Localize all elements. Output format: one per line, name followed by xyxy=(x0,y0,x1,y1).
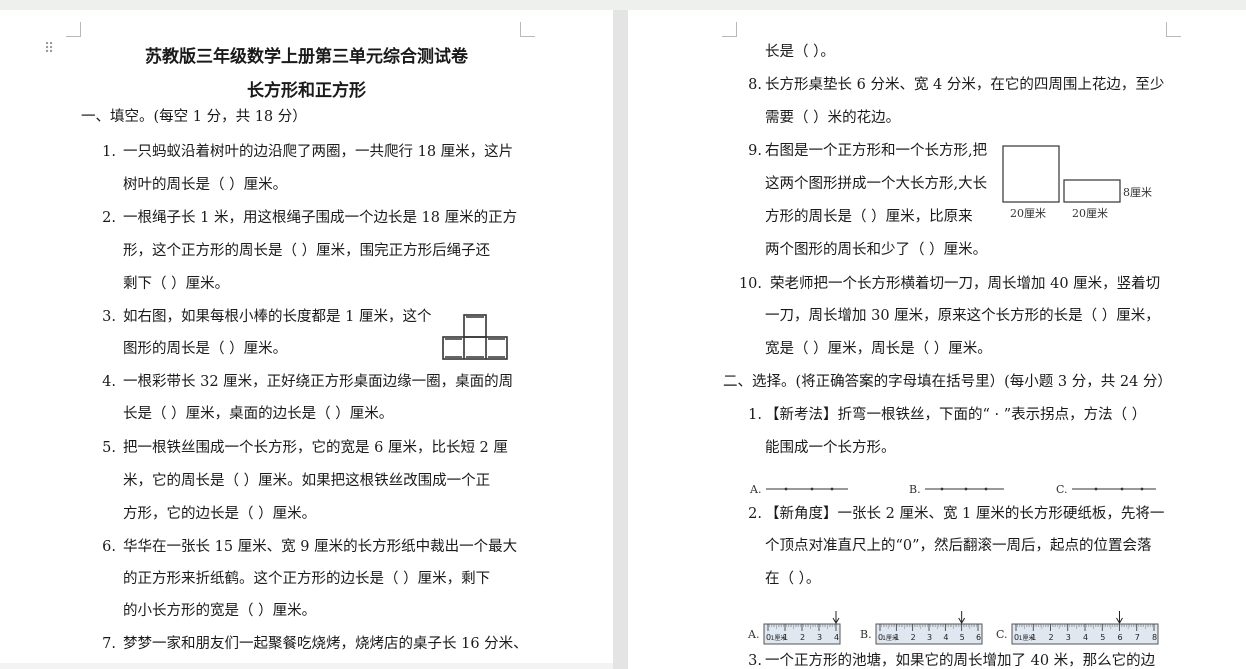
ruler-tick-label: 4 xyxy=(834,633,839,642)
ruler-tick-label: 5 xyxy=(1100,633,1105,642)
margin-corner-mark xyxy=(66,22,81,37)
ruler-tick-label: 7 xyxy=(1135,633,1140,642)
option-label: A. xyxy=(747,628,759,641)
question-text: 两个图形的周长和少了（ ）厘米。 xyxy=(765,242,988,258)
bottom-scroll-strip xyxy=(0,663,613,669)
ruler-tick-label: 3 xyxy=(817,633,822,642)
question-number: 9. xyxy=(748,143,762,159)
ruler-tick-label: 5 xyxy=(960,633,965,642)
ruler-tick-label: 8 xyxy=(1152,633,1157,642)
document-page-right: 长是（ ）。 8. 长方形桌垫长 6 分米、宽 4 分米，在它的四周围上花边，至… xyxy=(628,10,1246,669)
document-page-left: ⠿ 苏教版三年级数学上册第三单元综合测试卷 长方形和正方形 一、填空。(每空 1… xyxy=(0,10,613,669)
question-text: 方形的周长是（ ）厘米，比原来 xyxy=(765,209,973,225)
question-text: 一只蚂蚁沿着树叶的边沿爬了两圈，一共爬行 18 厘米，这片 xyxy=(123,144,514,160)
question-text: 【新角度】一张长 2 厘米、宽 1 厘米的长方形硬纸板，先将一 xyxy=(765,506,1165,522)
question-text: 把一根铁丝围成一个长方形，它的宽是 6 厘米，比长短 2 厘 xyxy=(123,440,508,456)
ruler-tick-label: 4 xyxy=(943,633,948,642)
question-text: 在（ ）。 xyxy=(765,571,821,587)
ruler-tick-label: 3 xyxy=(927,633,932,642)
ruler-unit-label: 1厘米 xyxy=(1019,634,1035,642)
ruler-unit-label: 1厘米 xyxy=(771,634,787,642)
question-number: 7. xyxy=(102,636,116,652)
question-number: 10. xyxy=(738,276,762,292)
question-text: 树叶的周长是（ ）厘米。 xyxy=(123,177,288,193)
figure-label: 8厘米 xyxy=(1123,186,1152,199)
question-text: 方形，它的边长是（ ）厘米。 xyxy=(123,506,317,522)
question-text: 长方形桌垫长 6 分米、宽 4 分米，在它的四周围上花边，至少 xyxy=(765,77,1165,93)
question-text: 长是（ ）厘米，桌面的边长是（ ）厘米。 xyxy=(123,406,394,422)
margin-corner-mark xyxy=(520,22,535,37)
margin-corner-mark xyxy=(1166,22,1181,37)
option-label: B. xyxy=(909,483,921,496)
question-text: 荣老师把一个长方形横着切一刀，周长增加 40 厘米，竖着切 xyxy=(770,276,1161,292)
ruler-tick-label: 6 xyxy=(976,633,981,642)
question-text: 的正方形来折纸鹤。这个正方形的边长是（ ）厘米，剩下 xyxy=(123,571,491,587)
question-number: 6. xyxy=(102,539,116,555)
question-number: 3. xyxy=(748,653,762,669)
square-rectangle-figure: 20厘米 20厘米 8厘米 xyxy=(1002,145,1152,220)
option-label: A. xyxy=(749,483,761,496)
page-gap xyxy=(613,10,628,669)
question-text: 一刀，周长增加 30 厘米，原来这个长方形的长是（ ）厘米， xyxy=(765,308,1160,324)
ruler-options-figure: A. B. C. 0 1 2 3 41厘米 0 1 2 3 4 5 61厘米 0 1 2 3 4 5 6 7 81厘米 xyxy=(747,611,1159,645)
question-text: 一个正方形的池塘，如果它的周长增加了 40 米，那么它的边 xyxy=(765,653,1156,669)
figure-label: 20厘米 xyxy=(1010,207,1046,220)
question-text: 的小长方形的宽是（ ）厘米。 xyxy=(123,603,317,619)
arrow-down-icon xyxy=(958,611,966,624)
ruler-unit-label: 1厘米 xyxy=(882,634,898,642)
arrow-down-icon xyxy=(832,611,840,624)
question-number: 5. xyxy=(102,440,116,456)
option-label: C. xyxy=(1056,483,1068,496)
ruler-tick-label: 2 xyxy=(911,633,916,642)
question-number: 3. xyxy=(102,309,116,325)
question-text: 剩下（ ）厘米。 xyxy=(123,276,230,292)
question-text: 右图是一个正方形和一个长方形,把 xyxy=(765,143,988,159)
question-text: 【新考法】折弯一根铁丝，下面的“ · ”表示拐点，方法（ ） xyxy=(765,407,1147,423)
question-number: 8. xyxy=(748,77,762,93)
question-number: 4. xyxy=(102,374,116,390)
ruler-tick-label: 4 xyxy=(1083,633,1088,642)
option-label: B. xyxy=(860,628,872,641)
question-text: 华华在一张长 15 厘米、宽 9 厘米的长方形纸中裁出一个最大 xyxy=(123,539,518,555)
question-text: 一根绳子长 1 米，用这根绳子围成一个边长是 18 厘米的正方 xyxy=(123,210,518,226)
question-text: 图形的周长是（ ）厘米。 xyxy=(123,341,288,357)
question-text: 长是（ ）。 xyxy=(765,44,835,60)
ruler-tick-label: 2 xyxy=(800,633,805,642)
wire-options-figure: A. B. C. xyxy=(749,483,1156,496)
arrow-down-icon xyxy=(1116,611,1123,624)
figure-label: 20厘米 xyxy=(1072,207,1108,220)
ruler-tick-label: 3 xyxy=(1066,633,1071,642)
doc-title: 苏教版三年级数学上册第三单元综合测试卷 xyxy=(145,47,468,67)
option-label: C. xyxy=(996,628,1008,641)
question-number: 1. xyxy=(102,144,116,160)
ruler-tick-label: 2 xyxy=(1049,633,1054,642)
ruler-tick-label: 6 xyxy=(1118,633,1123,642)
question-text: 梦梦一家和朋友们一起聚餐吃烧烤，烧烤店的桌子长 16 分米、 xyxy=(123,636,528,652)
question-text: 形，这个正方形的周长是（ ）厘米，围完正方形后绳子还 xyxy=(123,243,491,259)
question-text: 一根彩带长 32 厘米，正好绕正方形桌面边缘一圈，桌面的周 xyxy=(123,374,514,390)
question-text: 个顶点对准直尺上的“0”，然后翻滚一周后，起点的位置会落 xyxy=(765,538,1152,554)
sticks-figure xyxy=(442,314,508,360)
question-text: 能围成一个长方形。 xyxy=(765,440,896,456)
question-text: 如右图，如果每根小棒的长度都是 1 厘米，这个 xyxy=(123,309,432,325)
section-heading-fill: 一、填空。(每空 1 分，共 18 分） xyxy=(81,109,307,125)
question-text: 这两个图形拼成一个大长方形,大长 xyxy=(765,176,988,192)
question-text: 需要（ ）米的花边。 xyxy=(765,110,901,126)
question-number: 2. xyxy=(102,210,116,226)
question-text: 米，它的周长是（ ）厘米。如果把这根铁丝改围成一个正 xyxy=(123,473,491,489)
question-number: 1. xyxy=(748,407,762,423)
question-number: 2. xyxy=(748,506,762,522)
top-toolbar-strip xyxy=(0,0,1246,10)
question-text: 宽是（ ）厘米，周长是（ ）厘米。 xyxy=(765,341,992,357)
section-heading-choice: 二、选择。(将正确答案的字母填在括号里）(每小题 3 分，共 24 分） xyxy=(723,374,1172,390)
doc-subtitle: 长方形和正方形 xyxy=(247,81,366,101)
margin-corner-mark xyxy=(722,22,737,37)
